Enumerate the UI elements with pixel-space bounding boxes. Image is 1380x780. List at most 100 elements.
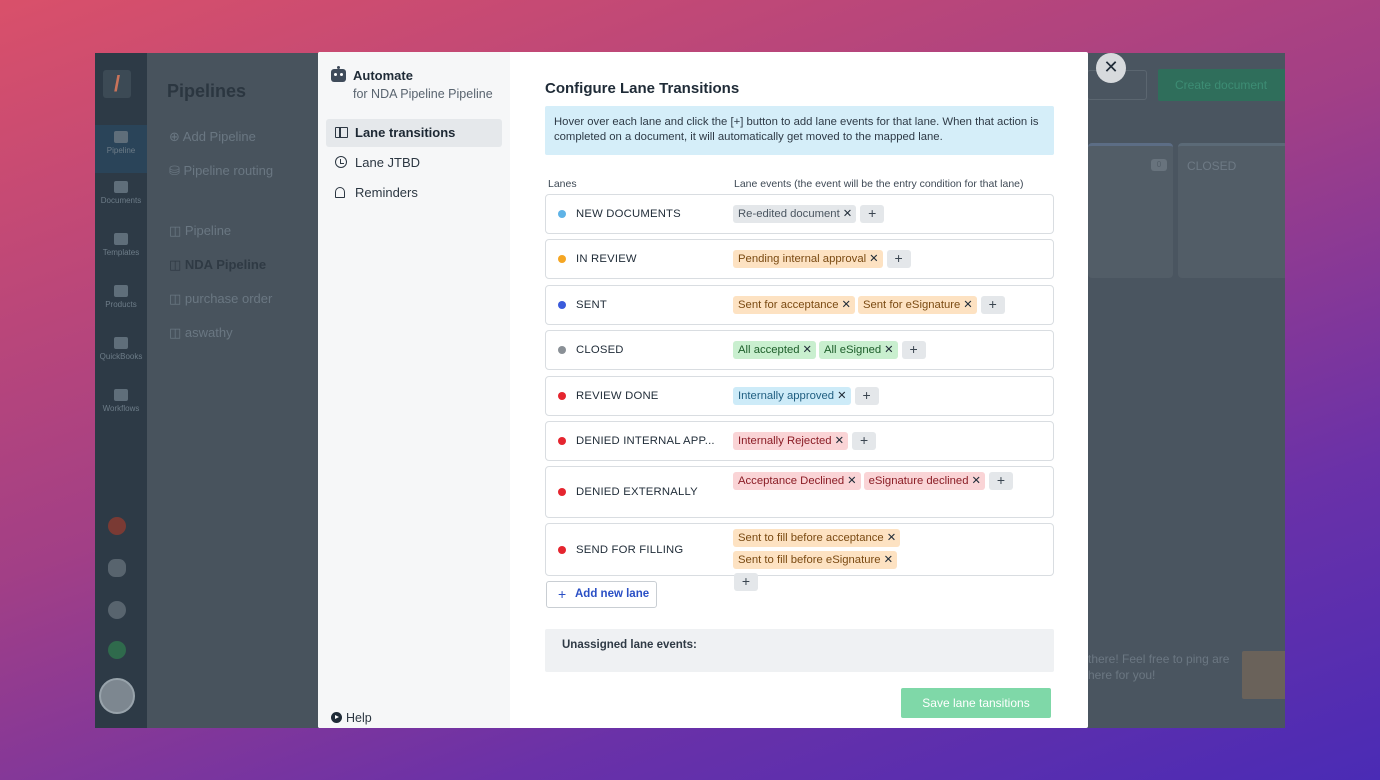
rail-label: QuickBooks	[99, 352, 143, 361]
lane-color-dot	[558, 392, 566, 400]
lane-events: Sent to fill before acceptance ✕ Sent to f…	[733, 529, 913, 591]
rail-item-quickbooks[interactable]: QuickBooks	[95, 337, 147, 361]
remove-event-icon[interactable]: ✕	[847, 475, 856, 487]
lane-row[interactable]: IN REVIEW Pending internal approval ✕ +	[545, 239, 1054, 279]
add-pipeline-label: Add Pipeline	[182, 129, 256, 144]
lane-name: REVIEW DONE	[576, 390, 659, 402]
event-tag: Sent for eSignature ✕	[857, 296, 977, 314]
lane-row[interactable]: DENIED INTERNAL APP... Internally Rejecte…	[545, 421, 1054, 461]
chat-agent-avatar[interactable]	[1242, 651, 1285, 699]
pipeline-item[interactable]: ◫ Pipeline	[169, 223, 231, 239]
event-label: Pending internal approval	[738, 253, 867, 265]
nav-reminders[interactable]: Reminders	[326, 179, 502, 207]
rail-label: Workflows	[102, 404, 140, 413]
add-event-button[interactable]: +	[901, 341, 926, 359]
gift-icon[interactable]	[108, 517, 126, 535]
nav-label: Reminders	[355, 185, 418, 200]
event-tag: Sent to fill before acceptance ✕	[733, 529, 901, 547]
rail-item-templates[interactable]: Templates	[95, 233, 147, 257]
pipeline-item-purchase-order[interactable]: ◫ purchase order	[169, 291, 272, 307]
remove-event-icon[interactable]: ✕	[837, 390, 846, 402]
remove-event-icon[interactable]: ✕	[887, 532, 896, 544]
columns-icon	[335, 127, 348, 138]
unassigned-events-panel: Unassigned lane events:	[545, 629, 1054, 672]
remove-event-icon[interactable]: ✕	[884, 554, 893, 566]
lane-row[interactable]: DENIED EXTERNALLY Acceptance Declined ✕ eSi…	[545, 466, 1054, 518]
pipeline-item-nda[interactable]: ◫ NDA Pipeline	[169, 257, 266, 273]
robot-icon	[331, 66, 346, 82]
remove-event-icon[interactable]: ✕	[841, 299, 850, 311]
plus-icon: +	[558, 586, 567, 602]
lane-row[interactable]: REVIEW DONE Internally approved ✕ +	[545, 376, 1054, 416]
event-label: Re-edited document	[738, 208, 840, 220]
nav-label: Lane transitions	[355, 125, 456, 140]
rail-item-pipeline[interactable]: Pipeline	[95, 125, 147, 173]
add-event-button[interactable]: +	[886, 250, 911, 268]
help-link[interactable]: Help	[331, 711, 372, 725]
nav-rail: / Pipeline Documents Templates Products …	[95, 53, 147, 728]
lane-row[interactable]: NEW DOCUMENTS Re-edited document ✕ +	[545, 194, 1054, 234]
lane-row[interactable]: CLOSED All accepted ✕ All eSigned ✕ +	[545, 330, 1054, 370]
nav-label: Lane JTBD	[355, 155, 421, 170]
lane-row[interactable]: SEND FOR FILLING Sent to fill before acce…	[545, 523, 1054, 591]
lane-events: Sent for acceptance ✕ Sent for eSignature ✕…	[733, 296, 1013, 318]
rail-item-documents[interactable]: Documents	[95, 181, 147, 205]
add-new-lane-button[interactable]: + Add new lane	[546, 581, 657, 608]
add-event-button[interactable]: +	[854, 387, 879, 405]
pipeline-item-label: purchase order	[184, 291, 273, 306]
avatar[interactable]	[99, 678, 135, 714]
remove-event-icon[interactable]: ✕	[869, 253, 878, 265]
create-document-button[interactable]: Create document	[1158, 69, 1285, 101]
nav-lane-jtbd[interactable]: Lane JTBD	[326, 149, 502, 177]
remove-event-icon[interactable]: ✕	[803, 344, 812, 356]
event-label: Sent for eSignature	[862, 299, 961, 311]
close-modal-button[interactable]: ✕	[1096, 53, 1126, 83]
event-label: Internally Rejected	[738, 435, 832, 447]
event-tag: Re-edited document ✕	[733, 205, 857, 223]
pipeline-icon	[114, 131, 128, 143]
nav-lane-transitions[interactable]: Lane transitions	[326, 119, 502, 147]
workflows-icon	[114, 389, 128, 401]
event-label: eSignature declined	[868, 475, 969, 487]
add-event-button[interactable]: +	[734, 573, 758, 591]
remove-event-icon[interactable]: ✕	[963, 299, 972, 311]
play-circle-icon	[331, 712, 342, 723]
chat-bubble[interactable]: there! Feel free to ping are here for yo…	[1088, 643, 1238, 703]
lane-events: Pending internal approval ✕ +	[733, 250, 1013, 272]
lane-name: DENIED EXTERNALLY	[576, 486, 698, 498]
remove-event-icon[interactable]: ✕	[971, 475, 980, 487]
lane-name: DENIED INTERNAL APP...	[576, 435, 715, 447]
pipeline-item-aswathy[interactable]: ◫ aswathy	[169, 325, 233, 341]
event-tag: Internally Rejected ✕	[733, 432, 849, 450]
add-event-button[interactable]: +	[980, 296, 1005, 314]
event-label: Sent for acceptance	[738, 299, 839, 311]
automate-modal: Automate for NDA Pipeline Pipeline Lane …	[318, 52, 1088, 728]
lane-row[interactable]: SENT Sent for acceptance ✕ Sent for eSignat…	[545, 285, 1054, 325]
remove-event-icon[interactable]: ✕	[843, 208, 852, 220]
add-event-button[interactable]: +	[852, 432, 877, 450]
lane-count-badge: 0	[1151, 159, 1167, 171]
lane-events: All accepted ✕ All eSigned ✕ +	[733, 341, 1013, 363]
pipeline-routing-link[interactable]: ⛁ Pipeline routing	[169, 163, 273, 179]
save-lane-transitions-button[interactable]: Save lane tansitions	[901, 688, 1051, 718]
event-label: Sent to fill before eSignature	[738, 554, 881, 566]
add-event-button[interactable]: +	[860, 205, 885, 223]
remove-event-icon[interactable]: ✕	[884, 344, 893, 356]
help-label: Help	[346, 711, 372, 725]
rail-label: Pipeline	[106, 146, 136, 155]
modal-title: Configure Lane Transitions	[545, 80, 740, 97]
pipeline-sidebar: Pipelines ⊕ Add Pipeline ⛁ Pipeline rout…	[147, 53, 319, 728]
rail-item-products[interactable]: Products	[95, 285, 147, 309]
pipeline-item-label: aswathy	[184, 325, 233, 340]
rail-item-workflows[interactable]: Workflows	[95, 389, 147, 413]
remove-event-icon[interactable]: ✕	[835, 435, 844, 447]
shield-check-icon[interactable]	[108, 641, 126, 659]
pipeline-item-label: NDA Pipeline	[184, 257, 267, 272]
gear-icon[interactable]	[108, 601, 126, 619]
add-event-button[interactable]: +	[988, 472, 1013, 490]
lane-events: Internally Rejected ✕ +	[733, 432, 1013, 454]
add-user-icon[interactable]	[108, 559, 126, 577]
page-title: Pipelines	[167, 81, 247, 101]
add-pipeline-link[interactable]: ⊕ Add Pipeline	[169, 129, 256, 145]
board-lane-closed: CLOSED	[1178, 143, 1285, 278]
